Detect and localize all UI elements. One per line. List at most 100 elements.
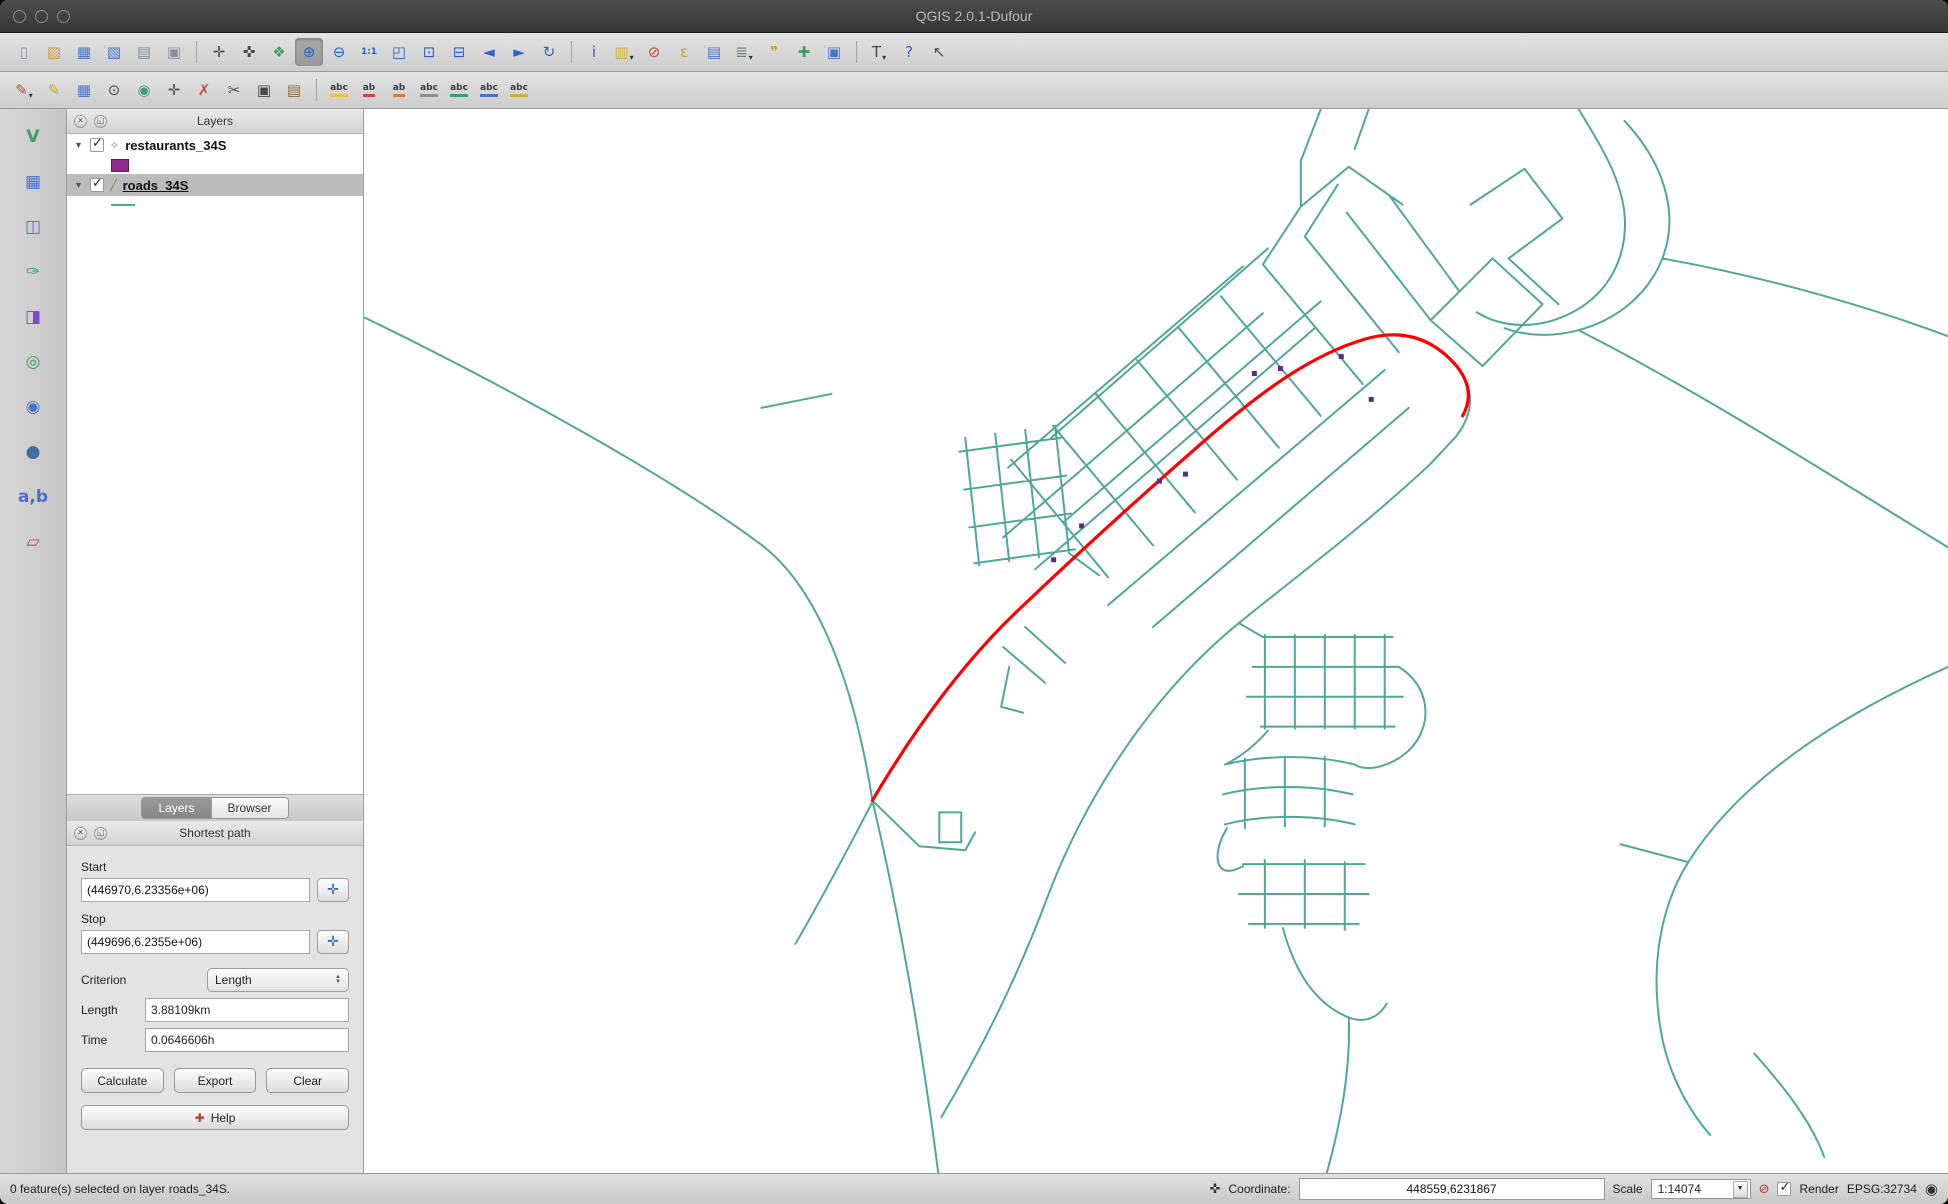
layer-row-restaurants[interactable]: ▼ ✧ restaurants_34S — [67, 134, 363, 156]
new-bookmark[interactable]: ✚ — [790, 38, 818, 66]
save-project-as[interactable]: ▧ — [100, 38, 128, 66]
current-edits[interactable]: ✎▾ — [10, 76, 38, 104]
shortest-path-route-layer — [872, 335, 1468, 801]
move-feature[interactable]: ✛ — [160, 76, 188, 104]
highlight-pinned-labels[interactable]: ab — [385, 76, 413, 104]
tab-browser[interactable]: Browser — [211, 797, 289, 819]
run-feature-action[interactable]: ε — [670, 38, 698, 66]
change-label-properties[interactable]: abc — [505, 76, 533, 104]
pan-to-selection[interactable]: ❖ — [265, 38, 293, 66]
paste-features[interactable]: ▤ — [280, 76, 308, 104]
expander-icon[interactable]: ▼ — [74, 180, 84, 190]
add-wms-layer[interactable]: ◎ — [16, 346, 50, 378]
layer-row-roads[interactable]: ▼ ╱ roads_34S — [67, 174, 363, 196]
tab-layers[interactable]: Layers — [141, 797, 210, 819]
help-button[interactable]: ✚ Help — [81, 1105, 349, 1130]
composer-manager[interactable]: ▣ — [160, 38, 188, 66]
pick-stop-button[interactable]: ✛ — [317, 930, 349, 954]
new-print-composer[interactable]: ▤ — [130, 38, 158, 66]
toggle-editing[interactable]: ✎ — [40, 76, 68, 104]
add-mssql-layer[interactable]: ◨ — [16, 301, 50, 333]
open-attribute-table-icon: ▤ — [707, 45, 721, 60]
show-hidden-labels[interactable]: abc — [415, 76, 443, 104]
expander-icon[interactable]: ▼ — [74, 140, 84, 150]
measure[interactable]: ≣▾ — [730, 38, 758, 66]
map-canvas[interactable] — [364, 109, 1948, 1173]
save-layer-edits[interactable]: ▦ — [70, 76, 98, 104]
layer-visibility-checkbox[interactable] — [90, 178, 104, 192]
close-window-button[interactable] — [13, 10, 26, 23]
zoom-last[interactable]: ◄ — [475, 38, 503, 66]
add-raster-layer[interactable]: ▦ — [16, 166, 50, 198]
toolbar-separator — [316, 79, 317, 101]
map-tips-icon: ❞ — [770, 45, 778, 60]
add-wfs-layer[interactable]: ● — [16, 436, 50, 468]
add-delimited-text-layer[interactable]: a,b — [16, 481, 50, 513]
labeling[interactable]: abc — [325, 76, 353, 104]
zoom-next[interactable]: ► — [505, 38, 533, 66]
new-project-icon: ▯ — [20, 45, 28, 60]
add-spatialite-layer[interactable]: ✑ — [16, 256, 50, 288]
add-raster-layer-icon: ▦ — [25, 174, 41, 191]
zoom-out-icon: ⊖ — [333, 45, 346, 60]
render-checkbox[interactable] — [1777, 1182, 1791, 1196]
identify-features[interactable]: i — [580, 38, 608, 66]
deselect-features[interactable]: ⊘ — [640, 38, 668, 66]
pick-start-button[interactable]: ✛ — [317, 878, 349, 902]
time-label: Time — [81, 1033, 137, 1047]
refresh-map[interactable]: ↻ — [535, 38, 563, 66]
pan-map[interactable]: ✜ — [235, 38, 263, 66]
whats-this[interactable]: ↖ — [925, 38, 953, 66]
layer-visibility-checkbox[interactable] — [90, 138, 104, 152]
text-annotation[interactable]: T▾ — [865, 38, 893, 66]
legend-swatch-row — [67, 196, 363, 214]
select-features[interactable]: ▥▾ — [610, 38, 638, 66]
zoom-window-button[interactable] — [57, 10, 70, 23]
zoom-native[interactable]: 1:1 — [355, 38, 383, 66]
add-feature[interactable]: ◉ — [130, 76, 158, 104]
help-icon: ✚ — [195, 1111, 205, 1125]
zoom-to-selection[interactable]: ⊡ — [415, 38, 443, 66]
line-layer-icon: ╱ — [110, 179, 117, 192]
open-attribute-table[interactable]: ▤ — [700, 38, 728, 66]
show-bookmarks[interactable]: ▣ — [820, 38, 848, 66]
coordinate-input[interactable] — [1299, 1178, 1605, 1200]
node-tool[interactable]: ⊙ — [100, 76, 128, 104]
add-wcs-layer[interactable]: ◉ — [16, 391, 50, 423]
add-vector-layer[interactable]: V — [16, 121, 50, 153]
open-project[interactable]: ▨ — [40, 38, 68, 66]
add-postgis-layer[interactable]: ◫ — [16, 211, 50, 243]
delete-selected[interactable]: ✗ — [190, 76, 218, 104]
map-tips[interactable]: ❞ — [760, 38, 788, 66]
start-input[interactable] — [81, 878, 310, 902]
identify-features-icon: i — [592, 45, 596, 60]
copy-features[interactable]: ▣ — [250, 76, 278, 104]
move-label[interactable]: abc — [445, 76, 473, 104]
criterion-select[interactable]: Length — [207, 968, 349, 992]
cut-features[interactable]: ✂ — [220, 76, 248, 104]
stop-render-icon[interactable]: ⊘ — [1759, 1183, 1770, 1196]
clear-button[interactable]: Clear — [266, 1068, 349, 1093]
export-button[interactable]: Export — [174, 1068, 257, 1093]
save-project[interactable]: ▦ — [70, 38, 98, 66]
crosshair-icon: ✛ — [327, 934, 339, 950]
stop-input[interactable] — [81, 930, 310, 954]
zoom-to-layer[interactable]: ⊟ — [445, 38, 473, 66]
pin-labels[interactable]: ab — [355, 76, 383, 104]
help-contents[interactable]: ? — [895, 38, 923, 66]
new-project[interactable]: ▯ — [10, 38, 38, 66]
whats-this-icon: ↖ — [933, 45, 946, 60]
map-svg[interactable] — [364, 109, 1948, 1173]
zoom-in[interactable]: ⊕ — [295, 38, 323, 66]
layers-panel-title: Layers — [67, 114, 363, 128]
zoom-out[interactable]: ⊖ — [325, 38, 353, 66]
new-shapefile-layer[interactable]: ▱ — [16, 526, 50, 558]
scale-combo[interactable]: 1:14074 ▼ — [1651, 1179, 1751, 1199]
touch-zoom-pan[interactable]: ✛ — [205, 38, 233, 66]
measure-icon: ≣ — [735, 45, 748, 60]
zoom-full[interactable]: ◰ — [385, 38, 413, 66]
crs-status-icon[interactable]: ◉ — [1925, 1182, 1938, 1197]
calculate-button[interactable]: Calculate — [81, 1068, 164, 1093]
rotate-label[interactable]: abc — [475, 76, 503, 104]
minimize-window-button[interactable] — [35, 10, 48, 23]
